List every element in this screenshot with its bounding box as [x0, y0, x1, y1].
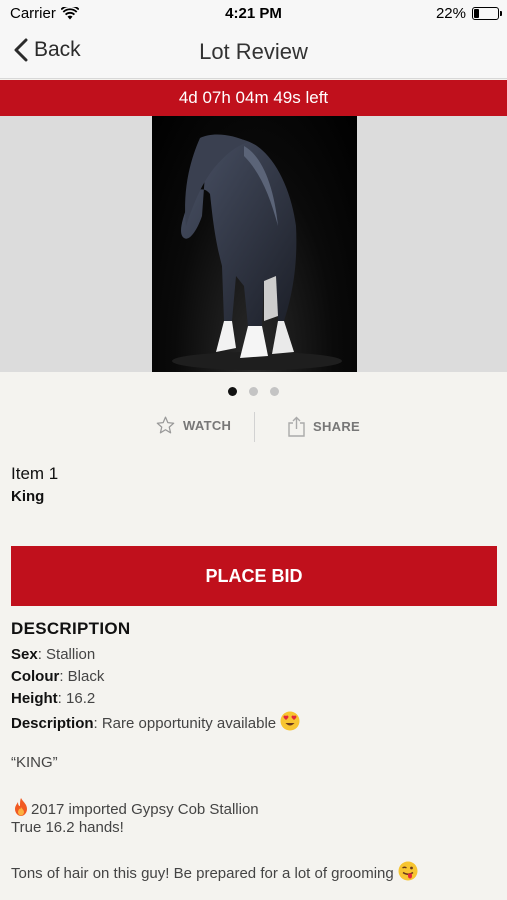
field-value: : Black — [59, 668, 105, 685]
page-dot-3[interactable] — [270, 387, 279, 396]
battery-percent: 22% — [435, 5, 466, 22]
watch-label: WATCH — [183, 417, 232, 433]
status-right: 22% — [435, 5, 502, 22]
description-line-2: True 16.2 hands! — [11, 819, 124, 836]
star-outline-icon — [156, 416, 175, 434]
field-height: Height: 16.2 — [11, 690, 95, 707]
wink-tongue-emoji — [398, 861, 418, 881]
action-row: WATCH SHARE — [0, 412, 507, 442]
fire-emoji — [15, 798, 27, 816]
field-sex: Sex: Stallion — [11, 646, 95, 663]
action-divider — [254, 412, 255, 442]
horse-image — [172, 134, 342, 370]
field-label: Height — [11, 690, 58, 707]
share-button[interactable]: SHARE — [288, 416, 360, 437]
watch-button[interactable]: WATCH — [156, 416, 231, 434]
navigation-bar: Back Lot Review — [0, 28, 507, 79]
field-value: : Rare opportunity available — [93, 715, 277, 732]
page-dot-2[interactable] — [249, 387, 258, 396]
item-name: King — [11, 488, 45, 505]
page-dot-1[interactable] — [228, 387, 237, 396]
share-label: SHARE — [313, 419, 361, 434]
description-line-1: 2017 imported Gypsy Cob Stallion — [11, 797, 259, 818]
heart-eyes-emoji — [280, 711, 300, 731]
page-title: Lot Review — [199, 39, 308, 64]
status-time: 4:21 PM — [225, 5, 282, 22]
battery-level — [474, 9, 479, 18]
page-indicator[interactable] — [0, 387, 507, 396]
description-quote: “KING” — [11, 754, 58, 771]
time-left-banner: 4d 07h 04m 49s left — [0, 80, 507, 116]
place-bid-button[interactable]: PLACE BID — [11, 546, 497, 606]
field-label: Colour — [11, 668, 60, 685]
battery-icon — [472, 7, 502, 20]
status-bar: Carrier 4:21 PM 22% — [0, 0, 507, 28]
field-colour: Colour: Black — [11, 668, 104, 685]
description-line-3-text: Tons of hair on this guy! Be prepared fo… — [11, 865, 394, 882]
field-label: Description — [11, 715, 94, 732]
item-number: Item 1 — [11, 464, 59, 483]
lot-photo[interactable] — [152, 116, 357, 372]
description-line-3: Tons of hair on this guy! Be prepared fo… — [11, 861, 418, 882]
field-value: : 16.2 — [57, 690, 96, 707]
field-description: Description: Rare opportunity available — [11, 711, 300, 732]
photo-gallery[interactable] — [0, 116, 507, 372]
description-line-1-text: 2017 imported Gypsy Cob Stallion — [31, 801, 259, 818]
share-icon — [288, 416, 305, 437]
field-value: : Stallion — [37, 646, 96, 663]
field-label: Sex — [11, 646, 38, 663]
description-heading: DESCRIPTION — [11, 619, 131, 638]
